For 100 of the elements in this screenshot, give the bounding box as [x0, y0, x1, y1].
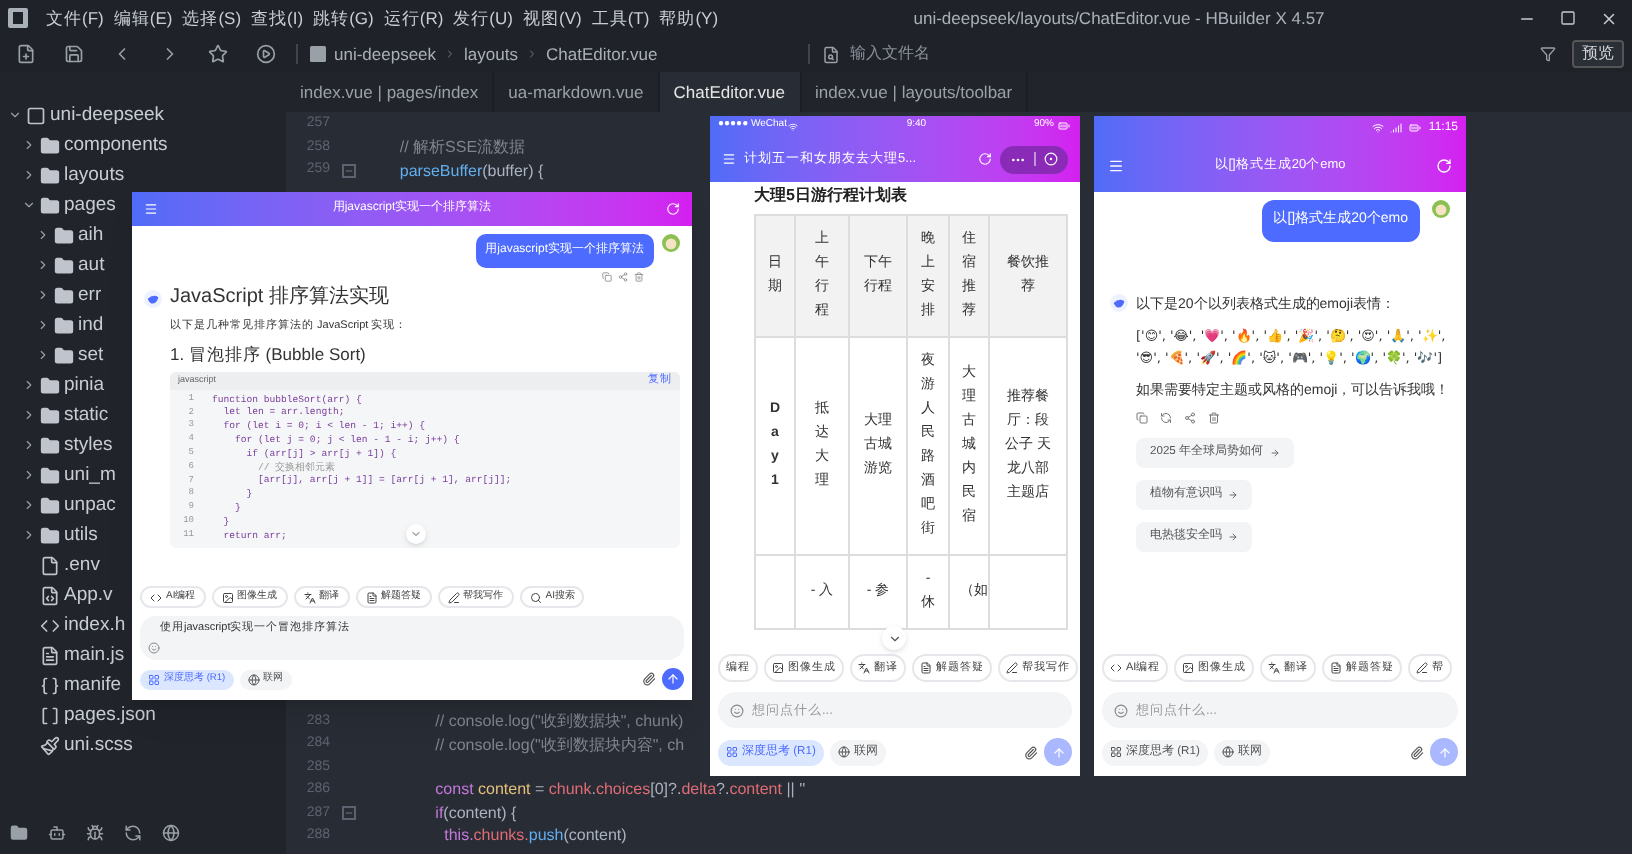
menu-item[interactable]: 文件(F)	[44, 5, 106, 31]
file-tree-item[interactable]: manife	[64, 675, 122, 695]
arrow-right-icon	[1269, 447, 1280, 457]
file-tree-item[interactable]: pages.json	[64, 705, 156, 725]
avatar-icon	[1432, 200, 1450, 218]
chevron-right-icon[interactable]	[36, 228, 50, 242]
chevron-right-icon[interactable]	[22, 408, 36, 422]
chevron-right-icon[interactable]	[22, 498, 36, 512]
chevron-down-icon[interactable]	[22, 198, 36, 212]
file-tree-item[interactable]: pinia	[64, 375, 105, 395]
chevron-right-icon[interactable]	[22, 168, 36, 182]
copy-icon[interactable]	[602, 272, 612, 282]
share-icon[interactable]	[1184, 411, 1196, 423]
file-tree-item[interactable]: uni-deepseek	[50, 105, 165, 125]
document-icon	[365, 591, 378, 603]
chevron-right-icon[interactable]	[22, 528, 36, 542]
file-tree-item[interactable]: layouts	[64, 165, 125, 185]
file-tree-item[interactable]: App.v	[64, 585, 113, 605]
answer-heading: JavaScript 排序算法实现	[170, 288, 389, 308]
chevron-right-icon[interactable]	[36, 288, 50, 302]
robot-icon[interactable]	[48, 823, 66, 841]
delete-icon[interactable]	[634, 272, 644, 282]
breadcrumb-item[interactable]: uni-deepseek	[334, 41, 437, 67]
menu-item[interactable]: 帮助(Y)	[657, 5, 721, 31]
bug-icon[interactable]	[86, 823, 104, 841]
menu-item[interactable]: 编辑(E)	[111, 5, 175, 31]
chevron-right-icon[interactable]	[22, 138, 36, 152]
menu-item[interactable]: 选择(S)	[180, 5, 244, 31]
file-tree-item[interactable]: unpac	[64, 495, 116, 515]
paperclip-icon[interactable]	[642, 672, 656, 686]
file-tree-item[interactable]: main.js	[64, 645, 125, 665]
scroll-down-button[interactable]	[882, 626, 906, 650]
close-icon[interactable]	[1600, 9, 1618, 27]
chevron-right-icon	[444, 48, 457, 60]
run-icon[interactable]	[256, 44, 276, 64]
menu-item[interactable]: 视图(V)	[520, 5, 584, 31]
file-tree-item[interactable]: utils	[64, 525, 98, 545]
arrow-right-icon	[1228, 531, 1238, 541]
breadcrumb-item[interactable]: layouts	[464, 41, 518, 67]
delete-icon[interactable]	[1208, 411, 1220, 423]
send-button[interactable]	[662, 668, 684, 690]
menu-item[interactable]: 跳转(G)	[311, 5, 376, 31]
globe-icon[interactable]	[162, 823, 180, 841]
file-tree-item[interactable]: index.h	[64, 615, 126, 635]
menu-icon[interactable]	[722, 152, 736, 166]
share-icon[interactable]	[618, 272, 628, 282]
file-tree-item[interactable]: ind	[78, 315, 104, 335]
menu-item[interactable]: 工具(T)	[589, 5, 652, 31]
file-tree-item[interactable]: aut	[78, 255, 105, 275]
file-tree-item[interactable]: uni_m	[64, 465, 116, 485]
save-icon[interactable]	[64, 44, 84, 64]
file-tree-item[interactable]: uni.scss	[64, 735, 133, 755]
image-icon	[772, 662, 784, 674]
refresh-icon[interactable]	[666, 202, 680, 216]
chevron-right-icon[interactable]	[36, 348, 50, 362]
menu-item[interactable]: 查找(I)	[249, 5, 306, 31]
menu-icon[interactable]	[1108, 158, 1124, 174]
copy-icon[interactable]	[1136, 411, 1148, 423]
folder-icon	[40, 165, 60, 185]
file-tree-item[interactable]: .env	[64, 555, 100, 575]
editor-tab[interactable]: ChatEditor.vue	[659, 72, 801, 112]
menu-item[interactable]: 发行(U)	[451, 5, 515, 31]
regenerate-icon[interactable]	[1160, 411, 1172, 423]
wifi-icon	[788, 121, 799, 131]
refresh-icon[interactable]	[978, 152, 992, 166]
preview-button[interactable]: 预览	[1572, 40, 1624, 68]
menu-icon[interactable]	[144, 202, 158, 216]
star-icon[interactable]	[208, 44, 228, 64]
table-title: 大理5日游行程计划表	[754, 184, 909, 208]
chevron-right-icon[interactable]	[22, 438, 36, 452]
file-tree-item[interactable]: pages	[64, 195, 116, 215]
folder-icon[interactable]	[10, 823, 28, 841]
image-icon	[221, 591, 234, 603]
filter-icon[interactable]	[1540, 46, 1556, 62]
chevron-right-icon[interactable]	[36, 318, 50, 332]
refresh-icon[interactable]	[1436, 158, 1452, 174]
refresh-icon[interactable]	[124, 823, 142, 841]
chevron-right-icon[interactable]	[22, 468, 36, 482]
maximize-icon[interactable]	[1560, 10, 1576, 26]
file-icon	[40, 555, 60, 575]
battery-icon	[1056, 120, 1072, 132]
file-tree-item[interactable]: styles	[64, 435, 113, 455]
folder-icon	[54, 255, 74, 275]
breadcrumb-item[interactable]: ChatEditor.vue	[545, 41, 658, 67]
file-tree-item[interactable]: aih	[78, 225, 104, 245]
capsule-menu[interactable]	[1000, 145, 1068, 173]
chevron-down-icon[interactable]	[8, 108, 22, 122]
menu-item[interactable]: 运行(R)	[381, 5, 446, 31]
new-file-icon[interactable]	[16, 44, 36, 64]
chevron-right-icon[interactable]	[22, 378, 36, 392]
folder-icon	[40, 375, 60, 395]
paperclip-icon[interactable]	[1024, 745, 1038, 759]
file-tree-item[interactable]: components	[64, 135, 168, 155]
file-search-field[interactable]: 输入文件名	[849, 42, 1070, 66]
code-line: // console.log("收到数据块", chunk)	[433, 714, 684, 731]
paperclip-icon[interactable]	[1410, 745, 1424, 759]
file-tree-item[interactable]: err	[78, 285, 102, 305]
file-tree-item[interactable]: static	[64, 405, 109, 425]
chevron-right-icon[interactable]	[36, 258, 50, 272]
file-tree-item[interactable]: set	[78, 345, 104, 365]
